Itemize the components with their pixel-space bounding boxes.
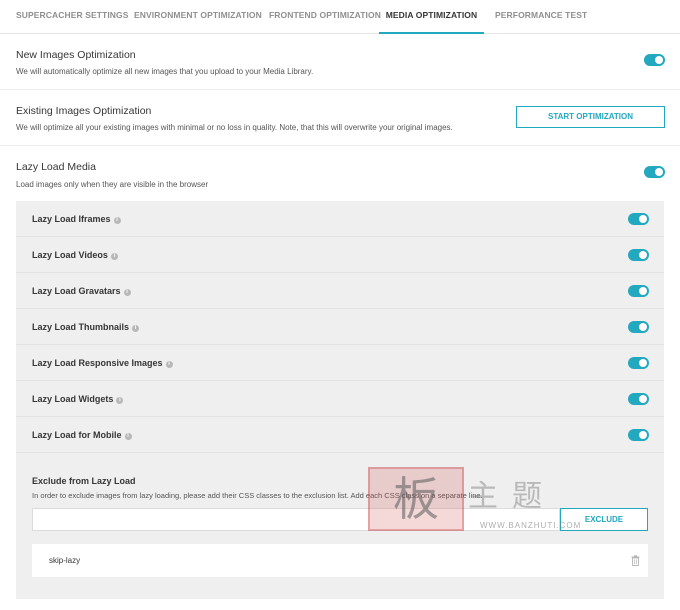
exclusion-list-item: skip-lazy (32, 544, 648, 577)
exclude-css-class-input[interactable] (32, 508, 560, 531)
lazy-load-description: Load images only when they are visible i… (16, 180, 209, 189)
lazy-option-videos: Lazy Load Videos i (16, 237, 664, 273)
start-optimization-button[interactable]: START OPTIMIZATION (516, 106, 665, 128)
option-label-text: Lazy Load Responsive Images (32, 358, 163, 368)
tab-media-optimization[interactable]: MEDIA OPTIMIZATION (379, 0, 484, 34)
tab-supercacher-settings[interactable]: SUPERCACHER SETTINGS (16, 0, 129, 34)
toggle-knob (639, 431, 647, 439)
info-icon[interactable]: i (132, 325, 140, 332)
info-icon[interactable]: i (124, 433, 132, 440)
lazy-option-thumbnails: Lazy Load Thumbnails i (16, 309, 664, 345)
lazy-option-gravatars: Lazy Load Gravatars i (16, 273, 664, 309)
lazy-widgets-toggle[interactable] (628, 393, 649, 405)
lazy-option-widgets-label: Lazy Load Widgets i (32, 381, 124, 417)
toggle-knob (639, 323, 647, 331)
exclude-description: In order to exclude images from lazy loa… (32, 491, 483, 500)
lazy-load-title: Lazy Load Media (16, 161, 96, 173)
option-label-text: Lazy Load Thumbnails (32, 322, 130, 332)
settings-tabs: SUPERCACHER SETTINGS ENVIRONMENT OPTIMIZ… (0, 0, 680, 34)
option-label-text: Lazy Load Iframes (32, 214, 111, 224)
lazy-gravatars-toggle[interactable] (628, 285, 649, 297)
lazy-option-mobile-label: Lazy Load for Mobile i (32, 417, 132, 453)
exclude-button[interactable]: EXCLUDE (560, 508, 648, 531)
lazy-option-mobile: Lazy Load for Mobile i (16, 417, 664, 453)
tab-environment-optimization[interactable]: ENVIRONMENT OPTIMIZATION (134, 0, 262, 34)
divider (0, 89, 680, 90)
option-label-text: Lazy Load for Mobile (32, 430, 122, 440)
divider (0, 145, 680, 146)
toggle-knob (655, 168, 663, 176)
lazy-mobile-toggle[interactable] (628, 429, 649, 441)
info-icon[interactable]: i (165, 361, 173, 368)
toggle-knob (655, 56, 663, 64)
toggle-knob (639, 395, 647, 403)
lazy-option-iframes-label: Lazy Load Iframes i (32, 201, 121, 237)
option-label-text: Lazy Load Widgets (32, 394, 114, 404)
info-icon[interactable]: i (113, 217, 121, 224)
lazy-iframes-toggle[interactable] (628, 213, 649, 225)
lazy-option-iframes: Lazy Load Iframes i (16, 201, 664, 237)
lazy-option-videos-label: Lazy Load Videos i (32, 237, 118, 273)
lazy-option-thumbnails-label: Lazy Load Thumbnails i (32, 309, 140, 345)
tab-frontend-optimization[interactable]: FRONTEND OPTIMIZATION (269, 0, 381, 34)
lazy-option-gravatars-label: Lazy Load Gravatars i (32, 273, 131, 309)
lazy-load-options-panel: Lazy Load Iframes i Lazy Load Videos i Laz… (16, 201, 664, 599)
lazy-videos-toggle[interactable] (628, 249, 649, 261)
toggle-knob (639, 251, 647, 259)
lazy-responsive-images-toggle[interactable] (628, 357, 649, 369)
lazy-option-responsive-images: Lazy Load Responsive Images i (16, 345, 664, 381)
trash-icon[interactable] (631, 555, 640, 566)
option-label-text: Lazy Load Videos (32, 250, 108, 260)
lazy-thumbnails-toggle[interactable] (628, 321, 649, 333)
lazy-load-toggle[interactable] (644, 166, 665, 178)
toggle-knob (639, 287, 647, 295)
existing-images-title: Existing Images Optimization (16, 105, 152, 117)
toggle-knob (639, 215, 647, 223)
new-images-description: We will automatically optimize all new i… (16, 67, 314, 76)
new-images-title: New Images Optimization (16, 49, 136, 61)
lazy-option-widgets: Lazy Load Widgets i (16, 381, 664, 417)
existing-images-description: We will optimize all your existing image… (16, 123, 453, 132)
lazy-option-responsive-images-label: Lazy Load Responsive Images i (32, 345, 173, 381)
info-icon[interactable]: i (110, 253, 118, 260)
tab-performance-test[interactable]: PERFORMANCE TEST (495, 0, 587, 34)
new-images-toggle[interactable] (644, 54, 665, 66)
toggle-knob (639, 359, 647, 367)
exclusion-item-text: skip-lazy (49, 556, 81, 565)
info-icon[interactable]: i (123, 289, 131, 296)
info-icon[interactable]: i (116, 397, 124, 404)
exclude-title: Exclude from Lazy Load (32, 476, 136, 486)
option-label-text: Lazy Load Gravatars (32, 286, 121, 296)
